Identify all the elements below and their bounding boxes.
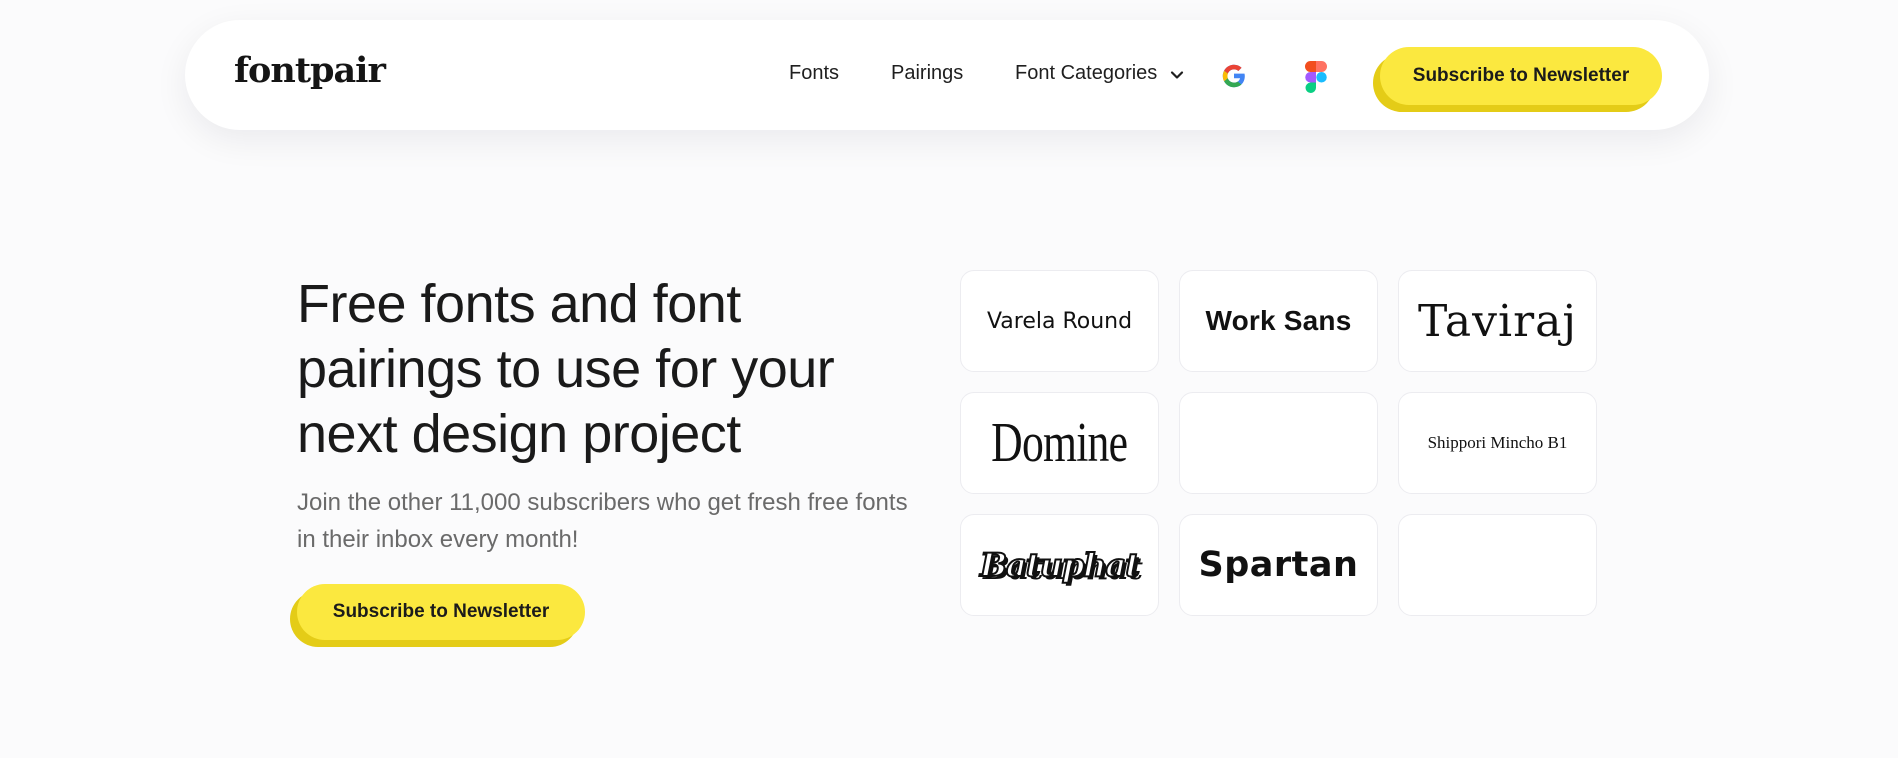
- figma-icon[interactable]: [1305, 61, 1327, 93]
- chevron-down-icon: [1169, 66, 1185, 82]
- font-card-empty[interactable]: [1179, 392, 1378, 494]
- font-card-label: Domine: [991, 412, 1128, 474]
- hero-subscribe-button[interactable]: Subscribe to Newsletter: [297, 584, 585, 640]
- hero-heading: Free fonts and font pairings to use for …: [297, 274, 835, 464]
- font-card-work-sans[interactable]: Work Sans: [1179, 270, 1378, 372]
- font-card-label: Batuphat: [979, 545, 1141, 585]
- font-card-empty[interactable]: [1398, 514, 1597, 616]
- font-card-spartan[interactable]: Spartan: [1179, 514, 1378, 616]
- top-navbar: fontpair Fonts Pairings Font Categories …: [185, 20, 1709, 130]
- google-icon[interactable]: [1219, 61, 1249, 91]
- font-preview-grid: Varela Round Work Sans Taviraj Domine Sh…: [960, 270, 1599, 616]
- font-card-domine[interactable]: Domine: [960, 392, 1159, 494]
- font-card-batuphat[interactable]: Batuphat: [960, 514, 1159, 616]
- nav-subscribe-button[interactable]: Subscribe to Newsletter: [1380, 47, 1662, 105]
- font-card-label: Spartan: [1198, 545, 1359, 585]
- nav-link-fonts[interactable]: Fonts: [789, 62, 839, 85]
- hero-subheading: Join the other 11,000 subscribers who ge…: [297, 489, 908, 553]
- nav-dropdown-label: Font Categories: [1015, 62, 1158, 84]
- font-card-label: Work Sans: [1205, 305, 1352, 336]
- font-card-shippori-mincho[interactable]: Shippori Mincho B1: [1398, 392, 1597, 494]
- font-card-label: Taviraj: [1417, 295, 1577, 347]
- font-card-varela-round[interactable]: Varela Round: [960, 270, 1159, 372]
- font-card-label: Shippori Mincho B1: [1427, 433, 1568, 452]
- nav-link-pairings[interactable]: Pairings: [891, 62, 963, 85]
- font-card-taviraj[interactable]: Taviraj: [1398, 270, 1597, 372]
- font-card-label: Varela Round: [986, 308, 1133, 334]
- nav-dropdown-font-categories[interactable]: Font Categories: [1015, 62, 1185, 85]
- site-logo[interactable]: fontpair: [234, 50, 386, 91]
